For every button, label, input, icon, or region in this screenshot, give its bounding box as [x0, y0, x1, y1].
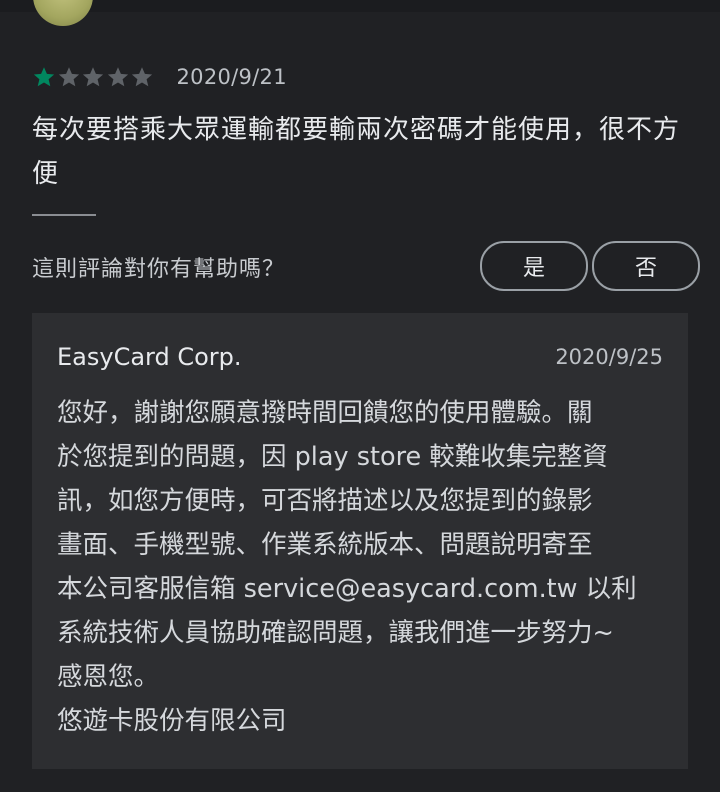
star-rating	[32, 65, 155, 89]
star-empty-icon	[130, 65, 154, 89]
reply-line: 畫面、手機型號、作業系統版本、問題說明寄至	[57, 530, 593, 560]
review-date: 2020/9/21	[176, 65, 287, 89]
star-filled-icon	[32, 65, 56, 89]
reply-line: 您好，謝謝您願意撥時間回饋您的使用體驗。關	[57, 398, 593, 428]
reply-line: 悠遊卡股份有限公司	[57, 706, 287, 736]
reply-line: 本公司客服信箱 service@easycard.com.tw 以利	[57, 574, 637, 604]
helpful-question: 這則評論對你有幫助嗎？	[32, 257, 286, 282]
rating-row: 2020/9/21	[32, 62, 287, 92]
reviewer-avatar	[33, 0, 93, 26]
helpful-yes-button[interactable]: 是	[480, 241, 588, 291]
reply-author: EasyCard Corp.	[57, 343, 242, 371]
reply-line: 於您提到的問題，因 play store 較難收集完整資	[57, 442, 608, 472]
reply-line: 感恩您。	[57, 662, 160, 692]
helpful-row: 這則評論對你有幫助嗎？ 是 否	[32, 241, 700, 291]
review-text: 每次要搭乘大眾運輸都要輸兩次密碼才能使用，很不方便	[32, 115, 681, 189]
star-empty-icon	[81, 65, 105, 89]
top-strip	[0, 0, 720, 12]
reply-line: 訊，如您方便時，可否將描述以及您提到的錄影	[57, 486, 593, 516]
developer-reply-card: EasyCard Corp. 2020/9/25 您好，謝謝您願意撥時間回饋您的…	[32, 313, 688, 769]
helpful-no-button[interactable]: 否	[592, 241, 700, 291]
reply-date: 2020/9/25	[555, 345, 663, 369]
reply-body: 您好，謝謝您願意撥時間回饋您的使用體驗。關 於您提到的問題，因 play sto…	[57, 391, 677, 743]
star-empty-icon	[106, 65, 130, 89]
reply-line: 系統技術人員協助確認問題，讓我們進一步努力~	[57, 618, 614, 648]
divider	[32, 214, 96, 216]
star-empty-icon	[57, 65, 81, 89]
